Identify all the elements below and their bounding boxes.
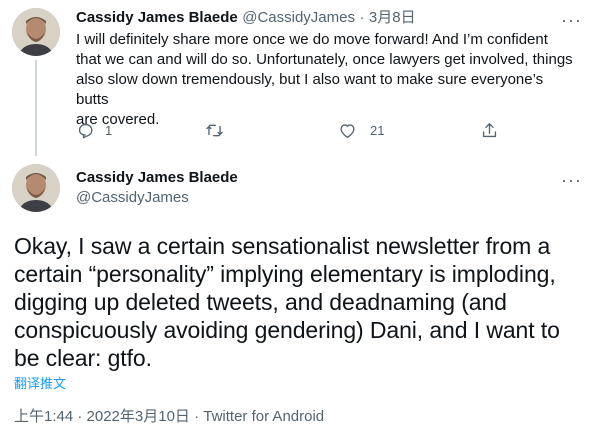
retweet-icon — [206, 124, 223, 137]
reply-count: 1 — [105, 123, 113, 138]
reply-date[interactable]: 3月8日 — [369, 9, 416, 26]
reply-author-handle[interactable]: @CassidyJames — [242, 9, 355, 26]
reply-text: I will definitely share more once we do … — [76, 30, 576, 130]
main-text-line: certain “personality” implying elementar… — [14, 261, 556, 287]
avatar-image — [12, 8, 60, 56]
main-avatar[interactable] — [12, 164, 60, 212]
reply-separator: · — [359, 9, 365, 26]
share-icon — [482, 123, 497, 138]
reply-button[interactable]: 1 — [76, 121, 112, 140]
reply-more-icon[interactable]: ··· — [561, 11, 582, 29]
main-tweet-text: Okay, I saw a certain sensationalist new… — [14, 232, 589, 372]
reply-avatar[interactable] — [12, 8, 60, 56]
main-text-line: digging up deleted tweets, and deadnamin… — [14, 289, 507, 315]
share-button[interactable] — [480, 121, 499, 140]
reply-header: Cassidy James Blaede @CassidyJames · 3月8… — [76, 8, 416, 28]
thread-connector-line — [35, 60, 37, 156]
main-text-line: Okay, I saw a certain sensationalist new… — [14, 233, 551, 259]
main-text-line: be clear: gtfo. — [14, 345, 152, 371]
tweet-timestamp[interactable]: 上午1:44 · 2022年3月10日 · Twitter for Androi… — [14, 405, 324, 426]
main-author-handle[interactable]: @CassidyJames — [76, 188, 189, 208]
translate-tweet-link[interactable]: 翻译推文 — [14, 373, 66, 392]
reply-text-line: also slow down tremendously, but I also … — [76, 71, 544, 108]
retweet-button[interactable] — [205, 121, 224, 140]
like-button[interactable]: 21 — [338, 121, 384, 140]
like-icon — [340, 124, 355, 138]
reply-icon — [78, 123, 93, 139]
like-count: 21 — [370, 123, 385, 138]
main-more-icon[interactable]: ··· — [561, 171, 582, 189]
reply-text-line: are covered. — [76, 111, 160, 128]
reply-text-line: I will definitely share more once we do … — [76, 31, 548, 48]
avatar-image — [12, 164, 60, 212]
main-text-line: conspicuously avoiding gendering) Dani, … — [14, 317, 560, 343]
reply-author-name[interactable]: Cassidy James Blaede — [76, 9, 238, 26]
reply-text-line: that we can and will do so. Unfortunatel… — [76, 51, 573, 68]
main-author-name[interactable]: Cassidy James Blaede — [76, 168, 238, 188]
